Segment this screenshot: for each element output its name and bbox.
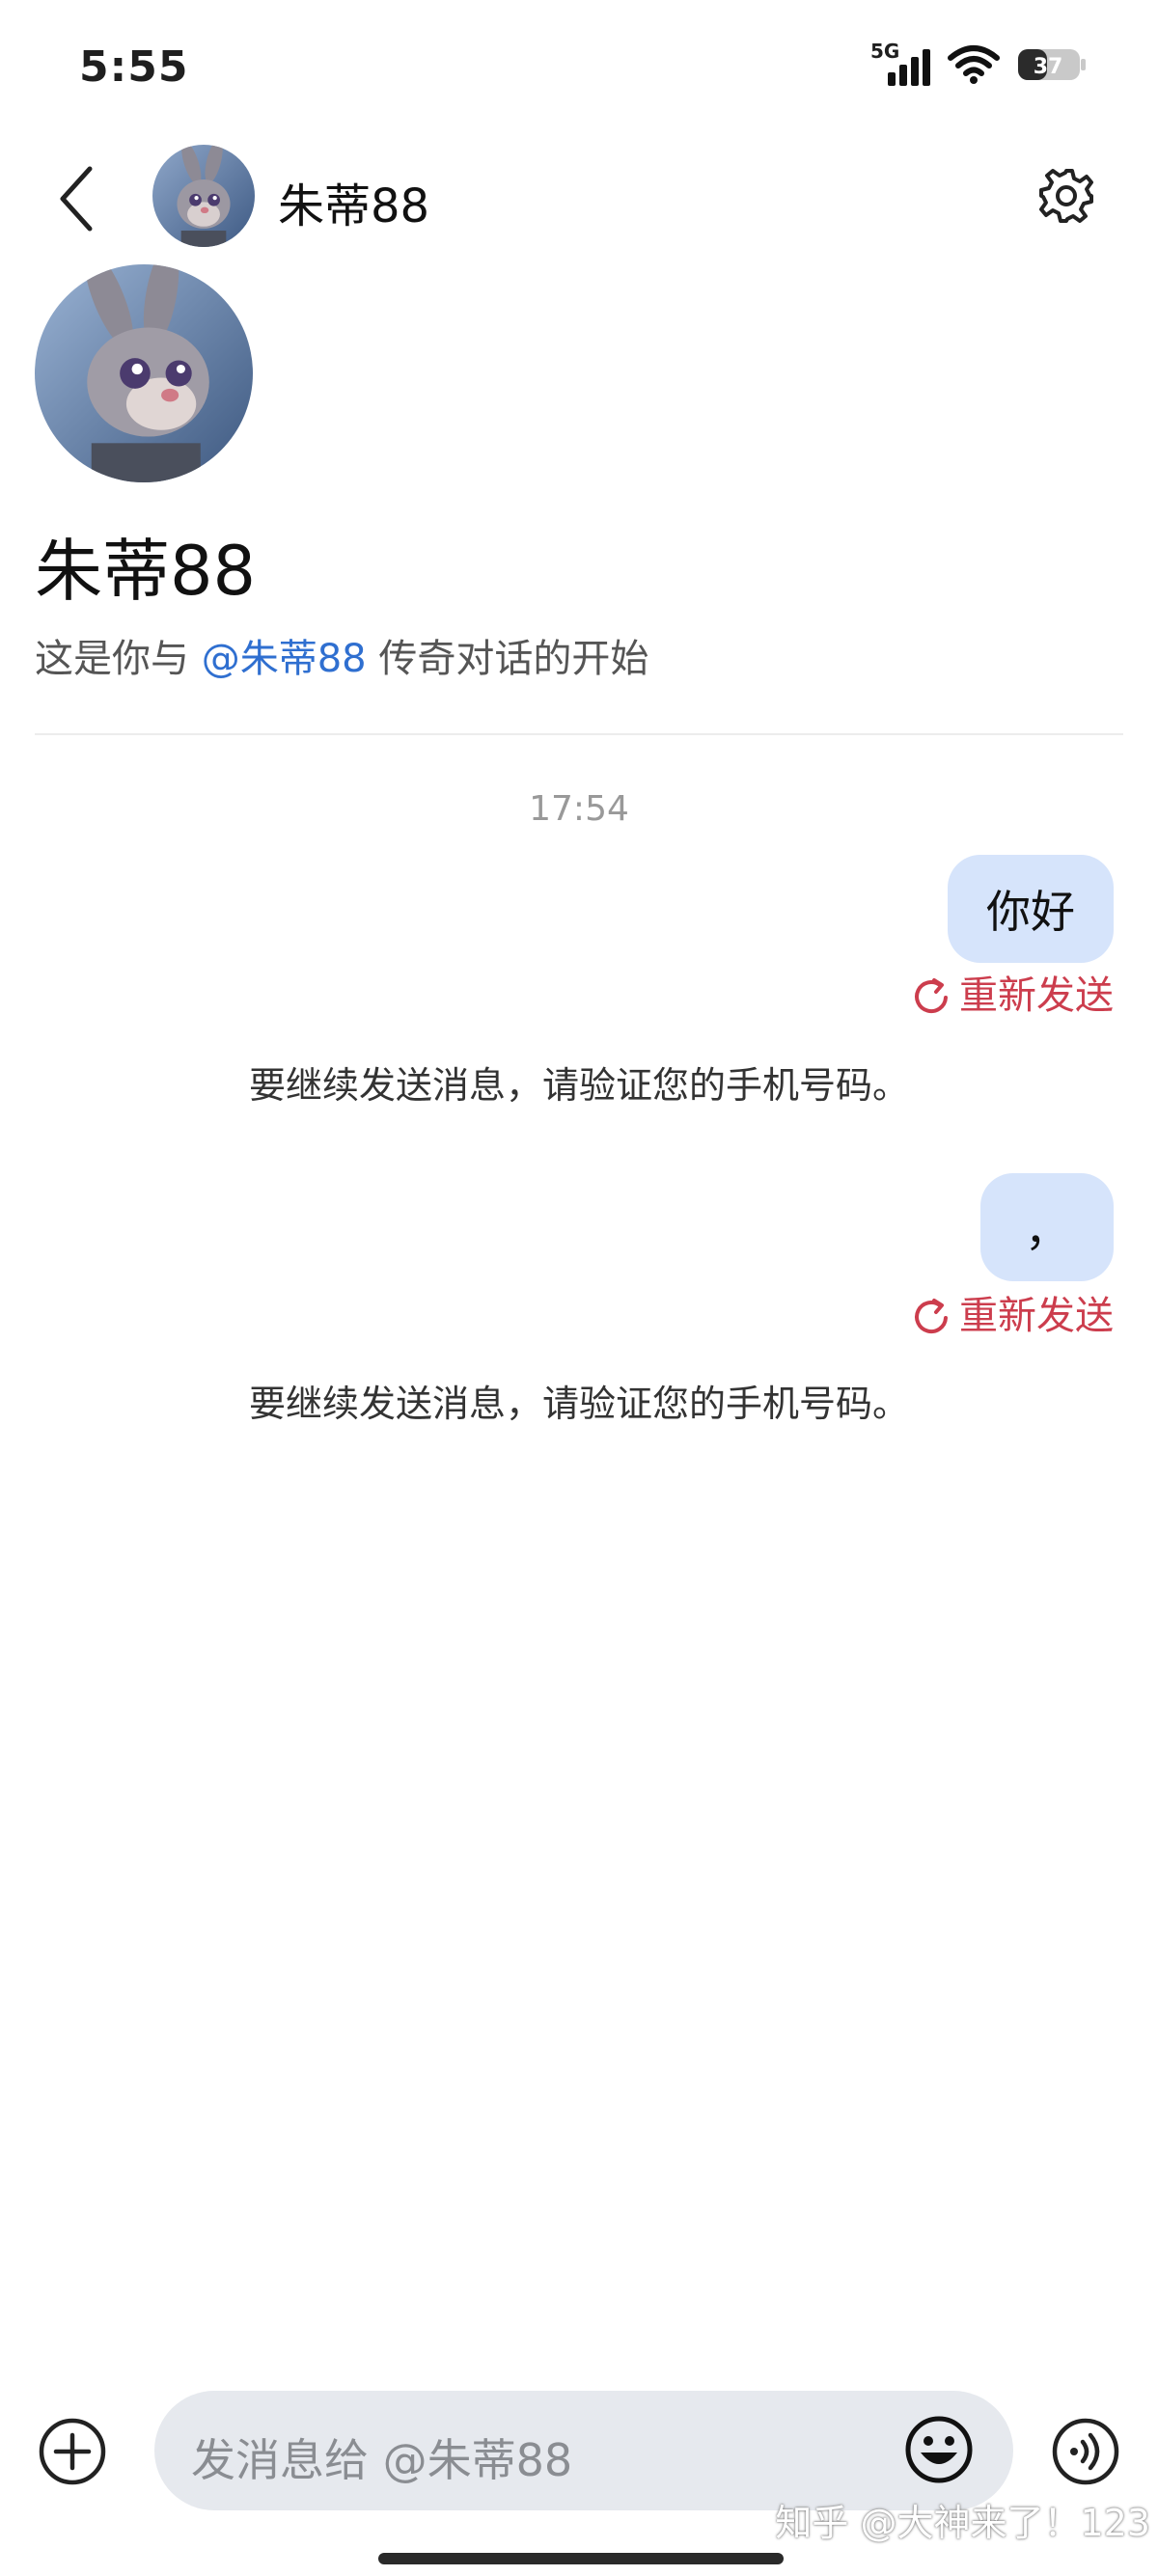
resend-label: 重新发送 [959,973,1114,1018]
voice-icon [1052,2418,1119,2485]
avatar-image [152,145,255,247]
verify-phone-warning: 要继续发送消息，请验证您的手机号码。 [248,1064,909,1107]
profile-avatar[interactable] [35,264,253,482]
emoji-icon [905,2416,973,2483]
home-indicator[interactable] [378,2553,784,2564]
retry-icon [915,1299,948,1334]
avatar-image [35,264,253,482]
intro-text-prefix: 这是你与 [35,637,202,681]
add-circle-icon [39,2418,106,2485]
header-avatar[interactable] [152,145,255,247]
header-contact-name[interactable]: 朱蒂88 [278,168,429,235]
resend-label: 重新发送 [959,1294,1114,1338]
intro-text-suffix: 传奇对话的开始 [366,637,649,681]
message-timestamp: 17:54 [529,789,629,829]
status-bar: 5:55 5G 37 [0,0,1158,135]
settings-button[interactable] [1033,162,1100,230]
retry-icon [915,978,948,1014]
message-bubble[interactable]: ， [980,1173,1114,1281]
verify-phone-warning: 要继续发送消息，请验证您的手机号码。 [248,1383,909,1425]
chat-header: 朱蒂88 [0,135,1158,260]
battery-icon: 37 [1017,46,1087,83]
message-bubble[interactable]: 你好 [948,855,1114,963]
wifi-icon [948,44,1000,85]
divider [35,733,1123,735]
status-icons: 5G 37 [870,40,1087,89]
resend-button[interactable]: 重新发送 [913,1297,1114,1335]
battery-level: 37 [1034,55,1063,79]
mention-link[interactable]: @朱蒂88 [202,637,367,681]
chat-screen: 5:55 5G 37 朱蒂88 朱蒂88 这是你与 @朱蒂88 传奇对话的开始 … [0,0,1158,2576]
message-input-placeholder: 发消息给 @朱蒂88 [191,2434,573,2486]
emoji-button[interactable] [903,2414,975,2485]
add-attachment-button[interactable] [37,2416,108,2487]
voice-button[interactable] [1050,2416,1121,2487]
cellular-signal-icon: 5G [870,40,930,86]
watermark: 知乎 @大神来了！123 [775,2502,1150,2544]
back-button[interactable] [42,160,110,237]
status-time: 5:55 [79,42,189,92]
resend-button[interactable]: 重新发送 [913,976,1114,1015]
profile-name: 朱蒂88 [35,532,257,611]
back-arrow-icon [60,166,93,232]
conversation-start-text: 这是你与 @朱蒂88 传奇对话的开始 [35,627,648,683]
network-type: 5G [870,40,900,63]
settings-gear-icon [1039,169,1093,223]
